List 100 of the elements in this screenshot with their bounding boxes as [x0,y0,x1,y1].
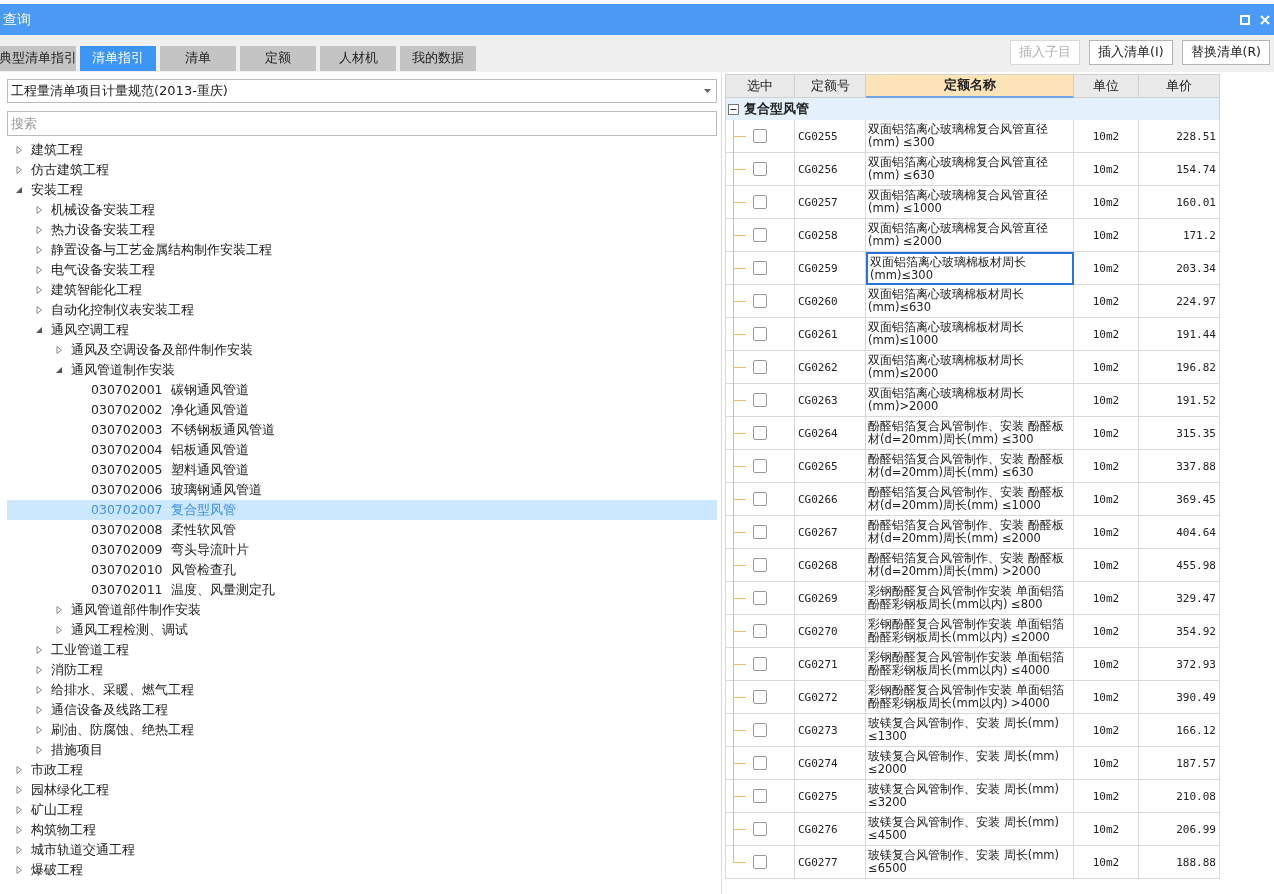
tree-item[interactable]: 030702001 碳钢通风管道 [7,380,717,400]
collapse-icon[interactable] [728,103,739,115]
expand-arrow-icon[interactable] [35,246,43,254]
tree-item[interactable]: 030702009 弯头导流叶片 [7,540,717,560]
checkbox[interactable] [753,492,767,506]
tree-item[interactable]: 030702004 铝板通风管道 [7,440,717,460]
tab[interactable]: 我的数据 [400,46,476,71]
tree-item[interactable]: 仿古建筑工程 [7,160,717,180]
checkbox[interactable] [753,195,767,209]
tree-item[interactable]: 爆破工程 [7,860,717,880]
checkbox[interactable] [753,261,767,275]
search-field[interactable]: 搜索 [7,111,717,136]
tree-item[interactable]: 030702010 风管检查孔 [7,560,717,580]
expand-arrow-icon[interactable] [35,706,43,714]
expand-arrow-icon[interactable] [35,726,43,734]
tree-item[interactable]: 园林绿化工程 [7,780,717,800]
expand-arrow-icon[interactable] [15,786,23,794]
column-header[interactable]: 单价 [1139,74,1220,98]
checkbox[interactable] [753,558,767,572]
checkbox[interactable] [753,591,767,605]
tree-item[interactable]: 刷油、防腐蚀、绝热工程 [7,720,717,740]
checkbox[interactable] [753,756,767,770]
tab[interactable]: 定额 [240,46,316,71]
expand-arrow-icon[interactable] [35,306,43,314]
expand-arrow-icon[interactable] [35,286,43,294]
expand-arrow-icon[interactable] [15,846,23,854]
tree-item[interactable]: 通信设备及线路工程 [7,700,717,720]
expand-arrow-icon[interactable] [55,626,63,634]
tree-item[interactable]: 通风管道制作安装 [7,360,717,380]
tree-item[interactable]: 030702006 玻璃钢通风管道 [7,480,717,500]
checkbox[interactable] [753,228,767,242]
checkbox[interactable] [753,162,767,176]
expand-arrow-icon[interactable] [35,686,43,694]
tree-item[interactable]: 静置设备与工艺金属结构制作安装工程 [7,240,717,260]
expand-arrow-icon[interactable] [35,646,43,654]
expand-arrow-icon[interactable] [15,806,23,814]
expand-arrow-icon[interactable] [35,226,43,234]
maximize-icon[interactable] [1240,14,1250,25]
tab[interactable]: 典型清单指引 [0,46,76,71]
tree-item[interactable]: 通风及空调设备及部件制作安装 [7,340,717,360]
checkbox[interactable] [753,525,767,539]
expand-arrow-icon[interactable] [15,146,23,154]
tree-item[interactable]: 安装工程 [7,180,717,200]
tree-item[interactable]: 通风管道部件制作安装 [7,600,717,620]
action-button[interactable]: 替换清单(R) [1181,40,1270,65]
checkbox[interactable] [753,789,767,803]
collapse-arrow-icon[interactable] [35,326,43,334]
tab[interactable]: 清单 [160,46,236,71]
tree-item[interactable]: 030702011 温度、风量测定孔 [7,580,717,600]
tree-item[interactable]: 构筑物工程 [7,820,717,840]
checkbox[interactable] [753,855,767,869]
checkbox[interactable] [753,624,767,638]
checkbox[interactable] [753,360,767,374]
tree-item[interactable]: 030702003 不锈钢板通风管道 [7,420,717,440]
expand-arrow-icon[interactable] [55,346,63,354]
checkbox[interactable] [753,657,767,671]
close-icon[interactable] [1260,14,1270,25]
tree-item[interactable]: 建筑工程 [7,140,717,160]
checkbox[interactable] [753,129,767,143]
column-header[interactable]: 单位 [1074,74,1139,98]
expand-arrow-icon[interactable] [15,766,23,774]
tree-item[interactable]: 建筑智能化工程 [7,280,717,300]
tree-item[interactable]: 工业管道工程 [7,640,717,660]
tree-item[interactable]: 030702008 柔性软风管 [7,520,717,540]
tree-item[interactable]: 030702002 净化通风管道 [7,400,717,420]
checkbox[interactable] [753,690,767,704]
column-header[interactable]: 选中 [725,74,795,98]
expand-arrow-icon[interactable] [35,266,43,274]
tree-item[interactable]: 给排水、采暖、燃气工程 [7,680,717,700]
collapse-arrow-icon[interactable] [15,186,23,194]
expand-arrow-icon[interactable] [15,826,23,834]
checkbox[interactable] [753,822,767,836]
expand-arrow-icon[interactable] [35,746,43,754]
tree-item[interactable]: 矿山工程 [7,800,717,820]
tree-item[interactable]: 030702005 塑料通风管道 [7,460,717,480]
expand-arrow-icon[interactable] [55,606,63,614]
tree-item[interactable]: 市政工程 [7,760,717,780]
tree-item[interactable]: 通风空调工程 [7,320,717,340]
expand-arrow-icon[interactable] [15,166,23,174]
tree-item[interactable]: 电气设备安装工程 [7,260,717,280]
tab[interactable]: 人材机 [320,46,396,71]
checkbox[interactable] [753,327,767,341]
tree-item[interactable]: 措施项目 [7,740,717,760]
expand-arrow-icon[interactable] [35,666,43,674]
tree-item[interactable]: 通风工程检测、调试 [7,620,717,640]
action-button[interactable]: 插入清单(I) [1089,40,1173,65]
tree-item[interactable]: 热力设备安装工程 [7,220,717,240]
tree-item[interactable]: 城市轨道交通工程 [7,840,717,860]
tree-item[interactable]: 消防工程 [7,660,717,680]
spec-dropdown[interactable]: 工程量清单项目计量规范(2013-重庆) [7,79,717,103]
column-header[interactable]: 定额名称 [866,74,1074,98]
expand-arrow-icon[interactable] [35,206,43,214]
collapse-arrow-icon[interactable] [55,366,63,374]
checkbox[interactable] [753,723,767,737]
expand-arrow-icon[interactable] [15,866,23,874]
checkbox[interactable] [753,393,767,407]
tree-item[interactable]: 自动化控制仪表安装工程 [7,300,717,320]
tree-item[interactable]: 机械设备安装工程 [7,200,717,220]
checkbox[interactable] [753,294,767,308]
checkbox[interactable] [753,459,767,473]
